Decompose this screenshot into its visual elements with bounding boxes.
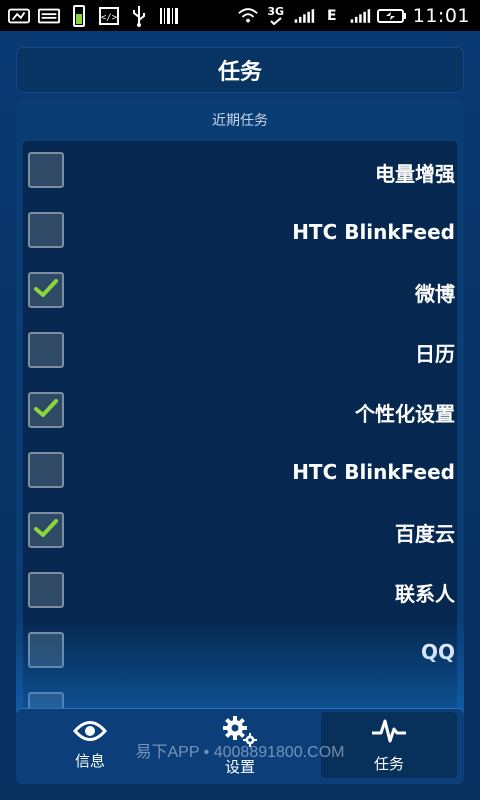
- wifi-icon: [237, 6, 259, 26]
- task-label: 日历: [415, 341, 455, 366]
- task-checkbox[interactable]: [28, 272, 64, 308]
- app-screen: 任务 近期任务 电量增强 HTC BlinkFeed 微博日历个性化设置 HTC Bl…: [0, 31, 480, 800]
- e-signal-icon: [349, 6, 371, 26]
- task-checkbox[interactable]: [28, 572, 64, 608]
- task-checkbox[interactable]: [28, 512, 64, 548]
- title-bar: 任务: [16, 47, 464, 93]
- task-label: 联系人: [395, 581, 455, 606]
- task-label: HTC BlinkFeed: [292, 460, 455, 484]
- task-label: 个性化设置: [355, 401, 455, 426]
- svg-text:</>: </>: [101, 13, 118, 23]
- task-checkbox[interactable]: [28, 632, 64, 668]
- task-label: 电量增强: [375, 161, 455, 186]
- checkmark-icon: [33, 397, 59, 423]
- task-label: QQ: [420, 640, 455, 664]
- task-checkbox[interactable]: [28, 332, 64, 368]
- status-bar: </> 3G E 11:01: [0, 0, 480, 31]
- recent-tasks-panel: 近期任务 电量增强 HTC BlinkFeed 微博日历个性化设置 HTC Blink…: [16, 99, 464, 719]
- task-label: 微博: [415, 281, 455, 306]
- network-type-indicator: E: [326, 7, 337, 24]
- task-row[interactable]: QQ: [23, 622, 457, 682]
- battery-charge-icon: [68, 4, 90, 27]
- barcode-icon: [158, 6, 180, 26]
- checkmark-icon: [33, 277, 59, 303]
- section-title: 近期任务: [212, 113, 268, 129]
- page-title: 任务: [217, 60, 262, 85]
- task-label: HTC BlinkFeed: [292, 220, 455, 244]
- 3g-icon: 3G: [265, 6, 287, 26]
- task-row[interactable]: HTC BlinkFeed: [23, 442, 457, 502]
- task-row[interactable]: 日历: [23, 322, 457, 382]
- code-icon: </>: [98, 6, 120, 26]
- task-checkbox[interactable]: [28, 392, 64, 428]
- usb-icon: [128, 5, 150, 27]
- task-row[interactable]: 联系人: [23, 562, 457, 622]
- task-checkbox[interactable]: [28, 212, 64, 248]
- battery-icon: [376, 6, 407, 26]
- watermark: 易下APP • 4008891800.COM: [135, 744, 345, 761]
- task-row[interactable]: HTC BlinkFeed: [23, 202, 457, 262]
- clock: 11:01: [412, 4, 470, 27]
- task-row[interactable]: 微博: [23, 262, 457, 322]
- task-row[interactable]: 百度云: [23, 502, 457, 562]
- checkmark-icon: [33, 517, 59, 543]
- signal-icon: [293, 6, 315, 26]
- task-checkbox[interactable]: [28, 152, 64, 188]
- task-label: 百度云: [395, 521, 455, 546]
- keyboard-icon: [38, 6, 60, 26]
- task-row[interactable]: 电量增强: [23, 142, 457, 202]
- task-list[interactable]: 电量增强 HTC BlinkFeed 微博日历个性化设置 HTC BlinkFeed 百…: [23, 141, 457, 719]
- task-row[interactable]: 个性化设置: [23, 382, 457, 442]
- task-checkbox[interactable]: [28, 452, 64, 488]
- image-icon: [8, 6, 30, 26]
